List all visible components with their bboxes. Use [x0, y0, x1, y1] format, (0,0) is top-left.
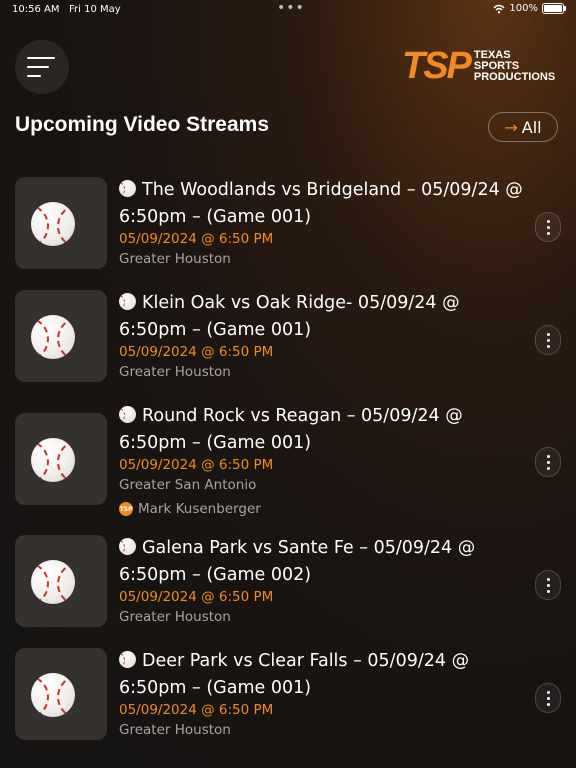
- dot: [546, 583, 550, 587]
- baseball-icon: [31, 560, 75, 604]
- stream-thumbnail[interactable]: [15, 290, 107, 382]
- stream-host: TSP Mark Kusenberger: [119, 501, 261, 517]
- status-bar: 10:56 AM Fri 10 May ••• 100%: [0, 0, 576, 20]
- stream-thumbnail[interactable]: [15, 535, 107, 627]
- wifi-icon: [493, 4, 505, 13]
- battery-icon: [542, 3, 566, 14]
- baseball-emoji-icon: [119, 651, 136, 668]
- logo-mark: TSP: [402, 45, 472, 87]
- stream-region: Greater Houston: [119, 609, 231, 625]
- stream-region: Greater Houston: [119, 251, 231, 267]
- host-name: Mark Kusenberger: [138, 501, 261, 517]
- more-options-button[interactable]: [535, 570, 561, 600]
- baseball-icon: [31, 202, 75, 246]
- stream-datetime: 05/09/2024 @ 6:50 PM: [119, 589, 274, 605]
- stream-region: Greater Houston: [119, 364, 231, 380]
- status-right: 100%: [493, 3, 566, 14]
- stream-region: Greater San Antonio: [119, 477, 257, 493]
- logo-line-1: Texas: [473, 48, 511, 61]
- dot: [546, 466, 550, 470]
- dot: [546, 231, 550, 235]
- baseball-emoji-icon: [119, 293, 136, 310]
- stream-datetime: 05/09/2024 @ 6:50 PM: [119, 344, 274, 360]
- stream-thumbnail[interactable]: [15, 177, 107, 269]
- battery-fill: [544, 5, 562, 12]
- stream-title[interactable]: Deer Park vs Clear Falls – 05/09/24 @ 6:…: [119, 648, 529, 701]
- menu-line-middle: [27, 66, 49, 68]
- logo-words: Texas Sports Productions: [473, 48, 556, 83]
- arrow-right-icon: →: [504, 117, 518, 137]
- dot: [546, 577, 550, 581]
- logo-line-2: Sports: [473, 59, 520, 72]
- stream-title-text: Deer Park vs Clear Falls – 05/09/24 @ 6:…: [119, 651, 470, 698]
- menu-line-top: [27, 57, 55, 59]
- view-all-button[interactable]: → All: [488, 112, 558, 142]
- stream-title[interactable]: Klein Oak vs Oak Ridge- 05/09/24 @ 6:50p…: [119, 290, 529, 343]
- baseball-emoji-icon: [119, 538, 136, 555]
- menu-line-bottom: [27, 75, 41, 77]
- tsp-logo: TSP Texas Sports Productions: [402, 45, 556, 87]
- dot: [546, 332, 550, 336]
- stream-title[interactable]: Round Rock vs Reagan – 05/09/24 @ 6:50pm…: [119, 403, 529, 456]
- stream-title-text: Round Rock vs Reagan – 05/09/24 @ 6:50pm…: [119, 406, 463, 453]
- stream-thumbnail[interactable]: [15, 648, 107, 740]
- baseball-icon: [31, 673, 75, 717]
- dot: [546, 460, 550, 464]
- stream-title-text: The Woodlands vs Bridgeland – 05/09/24 @…: [119, 180, 523, 227]
- stream-region: Greater Houston: [119, 722, 231, 738]
- status-time: 10:56 AM Fri 10 May: [12, 4, 121, 15]
- dot: [546, 219, 550, 223]
- dot: [546, 690, 550, 694]
- status-date: Fri 10 May: [69, 4, 121, 15]
- more-options-button[interactable]: [535, 212, 561, 242]
- stream-title-text: Klein Oak vs Oak Ridge- 05/09/24 @ 6:50p…: [119, 293, 460, 340]
- more-options-button[interactable]: [535, 683, 561, 713]
- stream-thumbnail[interactable]: [15, 413, 107, 505]
- host-avatar: TSP: [119, 502, 133, 516]
- dot: [546, 338, 550, 342]
- baseball-emoji-icon: [119, 406, 136, 423]
- view-all-label: All: [521, 117, 542, 137]
- logo-line-3: Productions: [473, 70, 556, 83]
- baseball-icon: [31, 315, 75, 359]
- stream-title-text: Galena Park vs Sante Fe – 05/09/24 @ 6:5…: [119, 538, 476, 585]
- dot: [546, 702, 550, 706]
- stream-title[interactable]: Galena Park vs Sante Fe – 05/09/24 @ 6:5…: [119, 535, 529, 588]
- dot: [546, 589, 550, 593]
- multitasking-dots-icon[interactable]: •••: [277, 0, 305, 16]
- stream-datetime: 05/09/2024 @ 6:50 PM: [119, 457, 274, 473]
- more-options-button[interactable]: [535, 325, 561, 355]
- baseball-emoji-icon: [119, 180, 136, 197]
- clock: 10:56 AM: [12, 4, 60, 15]
- more-options-button[interactable]: [535, 447, 561, 477]
- battery-percent: 100%: [509, 3, 538, 14]
- page-title: Upcoming Video Streams: [15, 113, 270, 136]
- dot: [546, 344, 550, 348]
- dot: [546, 454, 550, 458]
- stream-datetime: 05/09/2024 @ 6:50 PM: [119, 702, 274, 718]
- stream-title[interactable]: The Woodlands vs Bridgeland – 05/09/24 @…: [119, 177, 529, 230]
- baseball-icon: [31, 438, 75, 482]
- dot: [546, 225, 550, 229]
- stream-datetime: 05/09/2024 @ 6:50 PM: [119, 231, 274, 247]
- dot: [546, 696, 550, 700]
- menu-button[interactable]: [15, 40, 69, 94]
